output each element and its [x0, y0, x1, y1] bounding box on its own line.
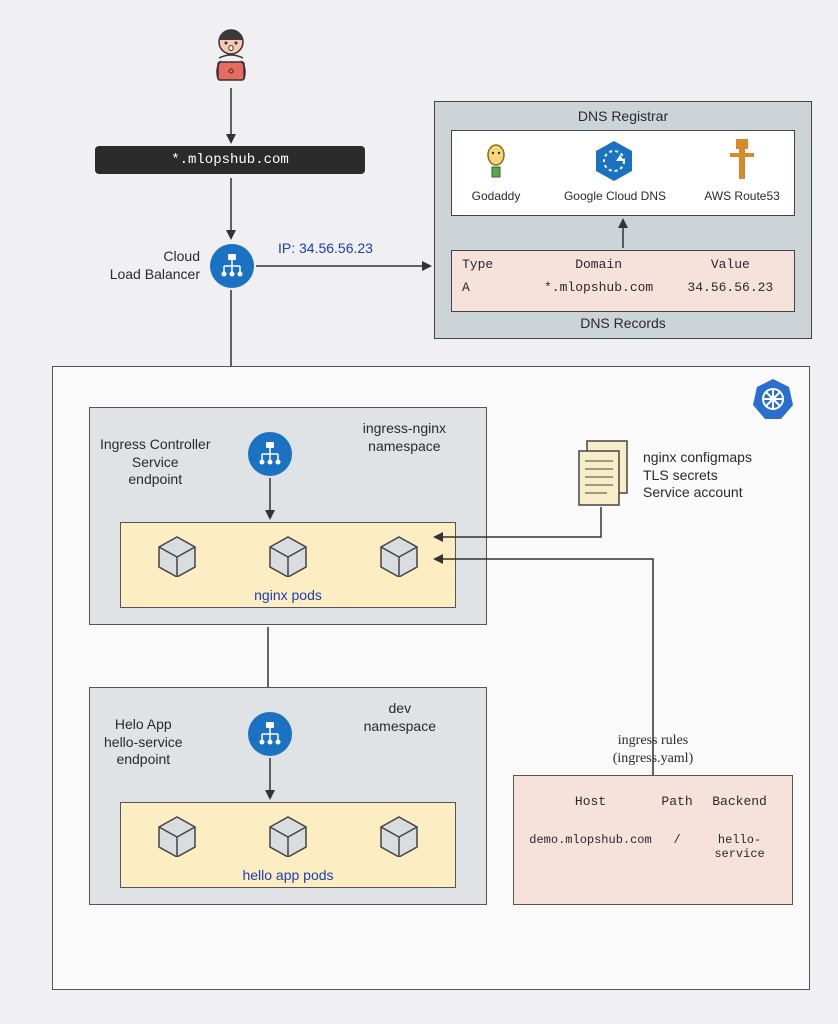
dns-row-type: A — [462, 280, 521, 295]
pod-icon — [264, 533, 312, 580]
ingress-ns-label: ingress-nginx namespace — [363, 420, 446, 455]
documents-icon — [573, 439, 633, 511]
arrow-domain-to-lb — [229, 178, 233, 240]
dns-registrar-panel: DNS Registrar Godaddy Google Cloud DNS A… — [434, 101, 812, 339]
ingress-rules-panel: ingress rules (ingress.yaml) Host Path B… — [513, 775, 793, 905]
arrow-ingress-svc-to-pods — [268, 478, 272, 520]
nginx-pods-label: nginx pods — [121, 587, 455, 603]
arrow-records-to-providers — [621, 218, 625, 248]
pod-icon — [264, 813, 312, 860]
ir-row-backend: hello-service — [701, 833, 778, 861]
dns-row-value: 34.56.56.23 — [677, 280, 784, 295]
pod-icon — [375, 813, 423, 860]
aws-route53-icon — [724, 139, 760, 183]
ir-hdr-path: Path — [653, 794, 701, 809]
godaddy-icon — [478, 139, 514, 179]
ip-label: IP: 34.56.56.23 — [278, 240, 373, 256]
kubernetes-cluster-panel: ingress-nginx namespace Ingress Controll… — [52, 366, 810, 990]
domain-bar: *.mlopshub.com — [95, 146, 365, 174]
arrow-hello-svc-to-pods — [268, 758, 272, 800]
dev-svc-label: Helo App hello-service endpoint — [104, 716, 183, 769]
dns-hdr-type: Type — [462, 257, 521, 272]
google-cloud-dns-icon — [592, 139, 636, 183]
ir-row-host: demo.mlopshub.com — [528, 833, 653, 861]
dns-title: DNS Registrar — [435, 108, 811, 126]
ingress-service-icon — [248, 432, 292, 476]
dns-row-domain: *.mlopshub.com — [521, 280, 677, 295]
gcloud-dns-label: Google Cloud DNS — [542, 189, 688, 204]
dns-providers-box: Godaddy Google Cloud DNS AWS Route53 — [451, 130, 795, 216]
hello-service-icon — [248, 712, 292, 756]
ir-hdr-backend: Backend — [701, 794, 778, 809]
arrow-configmaps-to-pods — [433, 507, 605, 547]
hello-pods-label: hello app pods — [121, 867, 455, 883]
godaddy-label: Godaddy — [460, 189, 532, 204]
dev-namespace-panel: dev namespace Helo App hello-service end… — [89, 687, 487, 905]
cloud-lb-label: Cloud Load Balancer — [100, 248, 200, 283]
arrow-rules-to-nginx — [433, 557, 657, 779]
dns-records-title: DNS Records — [435, 315, 811, 333]
load-balancer-icon — [210, 244, 254, 288]
dns-hdr-value: Value — [677, 257, 784, 272]
dns-hdr-domain: Domain — [521, 257, 677, 272]
user-icon — [206, 28, 256, 86]
dns-records-box: Type Domain Value A *.mlopshub.com 34.56… — [451, 250, 795, 312]
domain-text: *.mlopshub.com — [171, 152, 289, 168]
route53-label: AWS Route53 — [692, 189, 792, 204]
hello-pods-box: hello app pods — [120, 802, 456, 888]
pod-icon — [153, 813, 201, 860]
arrow-user-to-domain — [229, 88, 233, 144]
ir-row-path: / — [653, 833, 701, 861]
configmaps-label: nginx configmaps TLS secrets Service acc… — [643, 449, 752, 502]
arrow-lb-to-dns — [256, 264, 432, 268]
ingress-namespace-panel: ingress-nginx namespace Ingress Controll… — [89, 407, 487, 625]
pod-icon — [153, 533, 201, 580]
ir-hdr-host: Host — [528, 794, 653, 809]
pod-icon — [375, 533, 423, 580]
ingress-svc-label: Ingress Controller Service endpoint — [100, 436, 211, 489]
kubernetes-logo-icon — [751, 377, 795, 421]
dev-ns-label: dev namespace — [364, 700, 436, 735]
nginx-pods-box: nginx pods — [120, 522, 456, 608]
